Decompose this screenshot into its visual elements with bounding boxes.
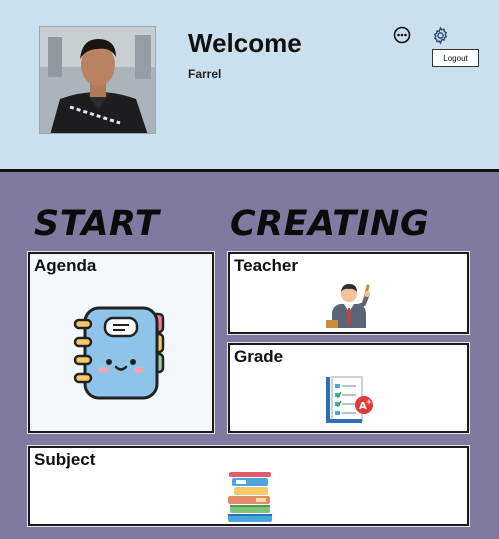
subject-card[interactable]: Subject xyxy=(27,445,470,529)
logout-button[interactable]: Logout xyxy=(432,49,479,67)
subject-books-icon xyxy=(226,472,276,529)
settings-gear-icon[interactable] xyxy=(431,26,450,45)
teacher-card[interactable]: Teacher xyxy=(227,251,470,335)
profile-header: Welcome Farrel Logout xyxy=(0,0,499,172)
grade-card[interactable]: Grade A + xyxy=(227,342,470,434)
teacher-icon xyxy=(324,282,374,333)
agenda-card-title: Agenda xyxy=(34,256,97,275)
welcome-heading: Welcome xyxy=(188,28,302,58)
profile-avatar xyxy=(39,26,156,134)
more-options-icon[interactable] xyxy=(393,26,411,44)
svg-text:+: + xyxy=(366,398,372,406)
username-label: Farrel xyxy=(188,67,222,81)
agenda-notebook-icon xyxy=(73,304,173,409)
grade-report-icon: A + xyxy=(324,375,376,430)
banner-start-text: START xyxy=(34,204,160,244)
banner-creating-text: CREATING xyxy=(230,204,430,244)
grade-card-title: Grade xyxy=(234,347,284,366)
teacher-card-title: Teacher xyxy=(234,256,298,275)
subject-card-title: Subject xyxy=(34,450,96,469)
agenda-card[interactable]: Agenda xyxy=(27,251,215,434)
